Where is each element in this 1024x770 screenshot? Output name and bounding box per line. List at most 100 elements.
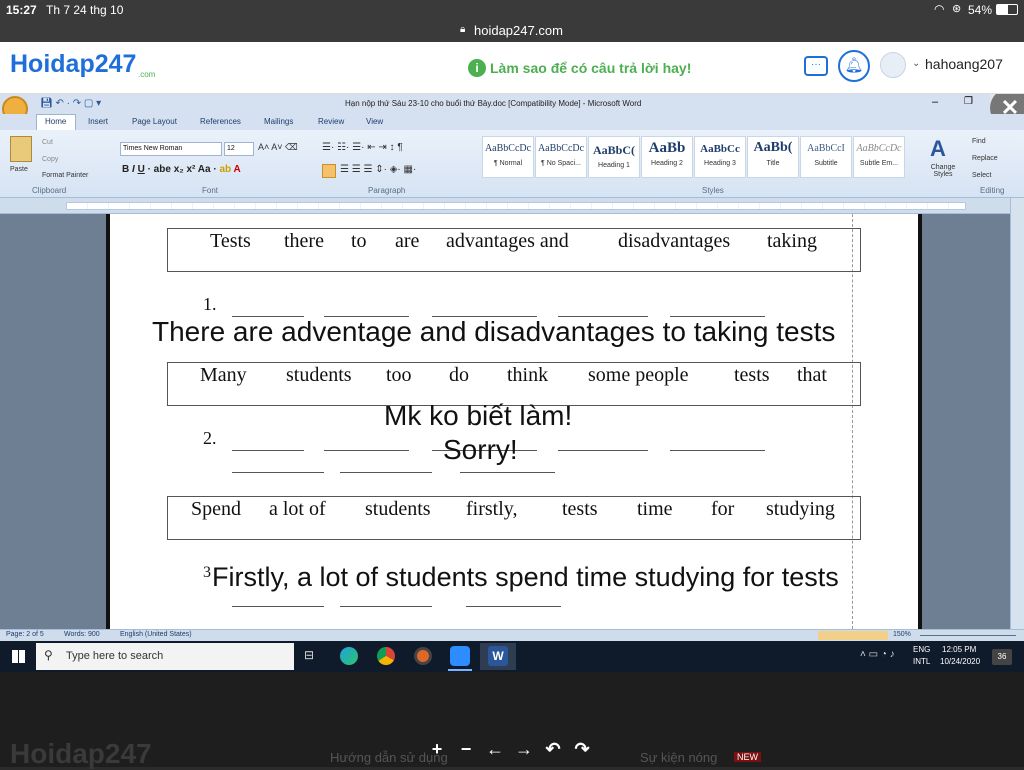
- minimize-icon[interactable]: –: [932, 96, 938, 108]
- answer-blank: [466, 606, 561, 607]
- view-buttons[interactable]: [818, 631, 888, 640]
- zalo-icon[interactable]: [450, 646, 470, 666]
- q3-number: 3: [203, 564, 211, 581]
- answer-tip-link[interactable]: Làm sao để có câu trả lời hay!: [490, 60, 691, 76]
- events-link[interactable]: Sự kiện nóng: [640, 750, 717, 765]
- cut-button[interactable]: Cut: [42, 139, 53, 146]
- bell-icon[interactable]: 🔔︎: [838, 50, 870, 82]
- zoom-slider[interactable]: [920, 635, 1016, 636]
- task-view-icon[interactable]: ⊟: [304, 648, 314, 662]
- paste-icon[interactable]: [10, 136, 32, 162]
- grow-font-icon[interactable]: A˄ A˅ ⌫: [258, 142, 298, 153]
- rotate-right-icon[interactable]: ↷: [571, 738, 593, 760]
- find-button[interactable]: Find: [972, 138, 986, 145]
- taskbar-search-placeholder[interactable]: Type here to search: [66, 650, 163, 662]
- rotate-left-icon[interactable]: ↶: [542, 738, 564, 760]
- edge-icon[interactable]: [340, 647, 358, 665]
- faded-site-logo: Hoidap247: [10, 738, 152, 769]
- restore-icon[interactable]: ❐: [964, 96, 973, 107]
- font-size-select[interactable]: 12: [224, 142, 254, 156]
- answer-3-text: Firstly, a lot of students spend time st…: [212, 562, 839, 592]
- style-heading-1[interactable]: AaBbC(Heading 1: [588, 136, 640, 178]
- zoom-level[interactable]: 150%: [893, 631, 911, 638]
- q3-word: time: [637, 498, 673, 520]
- vertical-scrollbar[interactable]: [1010, 198, 1024, 629]
- style-no-spacing[interactable]: AaBbCcDc ¶ No Spaci...: [535, 136, 587, 178]
- search-icon: ⚲: [44, 648, 53, 662]
- word-count[interactable]: Words: 900: [64, 631, 100, 638]
- page-margin-line: [852, 214, 853, 629]
- replace-button[interactable]: Replace: [972, 155, 998, 162]
- change-styles-button[interactable]: Change Styles: [924, 164, 962, 178]
- style-heading-3[interactable]: AaBbCc Heading 3: [694, 136, 746, 178]
- zoom-out-icon[interactable]: −: [455, 738, 477, 760]
- language-indicator[interactable]: English (United States): [120, 631, 192, 638]
- chevron-down-icon[interactable]: ⌄: [912, 58, 920, 69]
- paragraph-group-label: Paragraph: [368, 186, 406, 195]
- word-status-bar: Page: 2 of 5 Words: 900 English (United …: [0, 629, 1024, 641]
- media-player-icon[interactable]: [414, 647, 432, 665]
- browser-address-bar[interactable]: 🔒︎ hoidap247.com: [0, 20, 1024, 42]
- style-subtle-emphasis[interactable]: AaBbCcDc Subtle Em...: [853, 136, 905, 178]
- info-icon: i: [468, 59, 486, 77]
- font-name-select[interactable]: Times New Roman: [120, 142, 222, 156]
- q2-word: students: [286, 364, 352, 386]
- format-painter-button[interactable]: Format Painter: [42, 172, 88, 179]
- tab-page-layout[interactable]: Page Layout: [132, 117, 177, 126]
- style-subtitle[interactable]: AaBbCcI Subtitle: [800, 136, 852, 178]
- align-buttons[interactable]: ☰ ☰ ☰ ⇕· ◈· ▦·: [340, 164, 416, 175]
- page-count[interactable]: Page: 2 of 5: [6, 631, 44, 638]
- change-styles-icon[interactable]: A: [930, 136, 946, 162]
- site-logo[interactable]: Hoidap247: [10, 50, 136, 79]
- url-text[interactable]: hoidap247.com: [474, 23, 563, 38]
- windows-start-icon[interactable]: [12, 650, 25, 663]
- q3-word: studying: [766, 498, 835, 520]
- paste-button[interactable]: Paste: [10, 166, 28, 173]
- list-buttons[interactable]: ☰· ☷· ☰· ⇤ ⇥ ↕ ¶: [322, 142, 403, 153]
- horizontal-ruler[interactable]: [0, 198, 1024, 214]
- battery-percent: 54%: [968, 3, 993, 17]
- system-tray-icons[interactable]: ˄ ▭ ◔ ♪: [860, 649, 895, 660]
- chat-icon[interactable]: ···: [804, 56, 828, 76]
- align-left-button[interactable]: [322, 164, 336, 178]
- clock-date[interactable]: 10/24/2020: [940, 657, 980, 666]
- device-date: Th 7 24 thg 10: [46, 3, 124, 17]
- q1-word: taking: [767, 230, 817, 252]
- input-layout[interactable]: INTL: [913, 657, 930, 666]
- word-app-icon[interactable]: W: [488, 646, 508, 666]
- lock-icon: 🔒︎: [460, 24, 466, 35]
- chrome-icon[interactable]: [377, 647, 395, 665]
- font-format-buttons[interactable]: B I U · abe x₂ x² Aa · ab A: [122, 164, 241, 175]
- username[interactable]: hahoang207: [925, 56, 1003, 72]
- tab-insert[interactable]: Insert: [88, 117, 108, 126]
- style-heading-2[interactable]: AaBb Heading 2: [641, 136, 693, 178]
- tab-references[interactable]: References: [200, 117, 241, 126]
- answer-blank: [340, 606, 432, 607]
- input-language[interactable]: ENG: [913, 645, 930, 654]
- q1-word: there: [284, 230, 324, 252]
- clock-time[interactable]: 12:05 PM: [942, 645, 976, 654]
- style-normal[interactable]: AaBbCcDc ¶ Normal: [482, 136, 534, 178]
- avatar[interactable]: [880, 52, 906, 78]
- arrow-left-icon[interactable]: ←: [484, 738, 506, 760]
- q3-word: tests: [562, 498, 598, 520]
- q2-number: 2.: [203, 428, 217, 448]
- tab-home[interactable]: Home: [45, 117, 66, 126]
- arrow-right-icon[interactable]: →: [513, 738, 535, 760]
- tab-review[interactable]: Review: [318, 117, 344, 126]
- tab-view[interactable]: View: [366, 117, 383, 126]
- taskbar-search-box[interactable]: ⚲ Type here to search: [36, 643, 294, 670]
- q3-word: firstly,: [466, 498, 518, 520]
- site-logo-sub: .com: [138, 70, 156, 79]
- device-status-bar: 15:27 Th 7 24 thg 10 ◠ ⊛ 54%: [0, 0, 1024, 20]
- tab-mailings[interactable]: Mailings: [264, 117, 293, 126]
- select-button[interactable]: Select: [972, 172, 991, 179]
- notifications-badge[interactable]: 36: [992, 649, 1012, 665]
- quick-access-toolbar[interactable]: 💾︎ ↶ · ↷ ▢ ▾: [40, 98, 101, 109]
- q2-word: Many: [200, 364, 247, 386]
- style-title[interactable]: AaBb(Title: [747, 136, 799, 178]
- font-group-label: Font: [202, 186, 219, 195]
- zoom-in-icon[interactable]: +: [426, 738, 448, 760]
- copy-button[interactable]: Copy: [42, 156, 58, 163]
- word-window-title: Hạn nộp thứ Sáu 23-10 cho buổi thứ Bảy.d…: [345, 99, 642, 108]
